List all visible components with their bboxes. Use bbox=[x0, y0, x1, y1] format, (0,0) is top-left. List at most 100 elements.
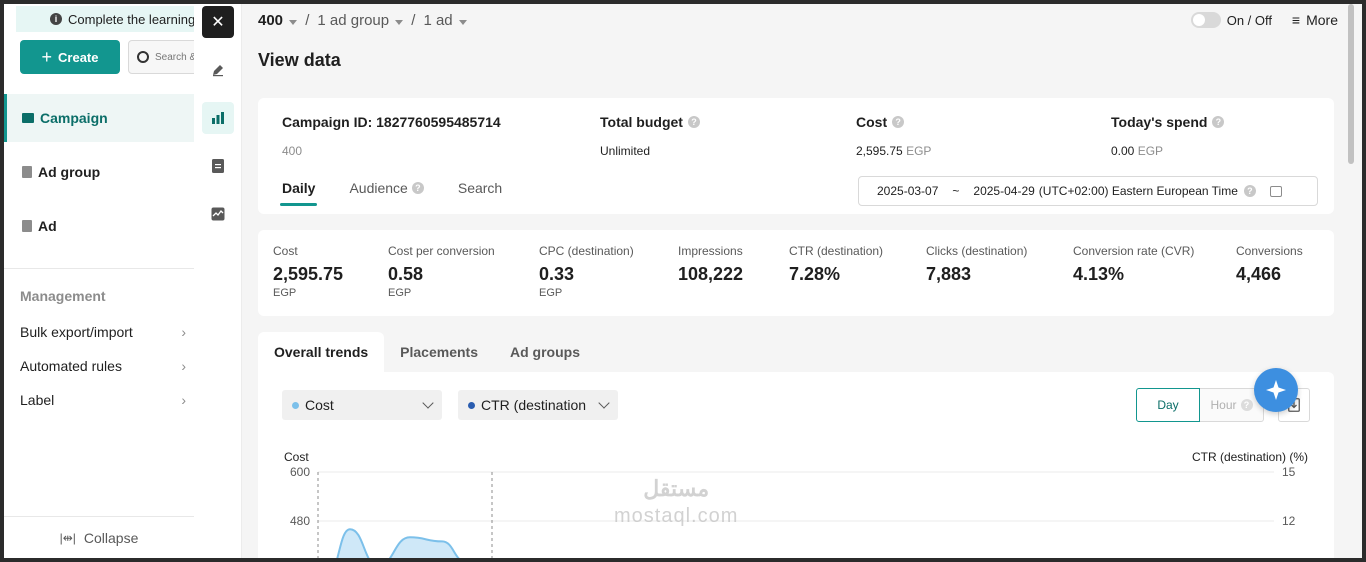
menu-item-label: Automated rules bbox=[20, 358, 122, 374]
toggle-switch[interactable] bbox=[1190, 12, 1221, 28]
collapse-label: Collapse bbox=[83, 529, 139, 546]
date-separator: ~ bbox=[952, 184, 960, 198]
page-title: View data bbox=[258, 50, 341, 70]
metric-select-left[interactable]: Cost bbox=[282, 390, 442, 420]
today-spend-unit: EGP bbox=[1137, 144, 1164, 158]
chevron-down-icon bbox=[598, 397, 610, 409]
cost-value: 2,595.75 bbox=[856, 144, 903, 158]
breadcrumb-ad[interactable]: 1 ad bbox=[423, 12, 467, 29]
metric-label: Clicks (destination) bbox=[926, 244, 1028, 258]
chevron-right-icon: › bbox=[181, 392, 186, 408]
document-icon bbox=[22, 166, 32, 178]
create-label: Create bbox=[58, 49, 99, 65]
sparkle-icon bbox=[1266, 380, 1286, 400]
metric-label: Cost per conversion bbox=[388, 244, 495, 258]
data-tab-button[interactable] bbox=[202, 102, 234, 134]
tab-search[interactable]: Search bbox=[458, 180, 502, 196]
create-button[interactable]: + Create bbox=[20, 40, 120, 74]
search-icon bbox=[137, 51, 149, 63]
date-range-picker[interactable]: 2025-03-07 ~ 2025-04-29 (UTC+02:00) East… bbox=[858, 176, 1318, 206]
breadcrumb-ad-group[interactable]: 1 ad group bbox=[317, 12, 404, 29]
today-spend-value: 0.00 bbox=[1111, 144, 1135, 158]
tab-ad-groups[interactable]: Ad groups bbox=[494, 332, 596, 372]
trend-chart-card: Cost CTR (destination Day Hour? Cost CTR… bbox=[258, 368, 1334, 558]
metric-value: 0.33 bbox=[539, 264, 575, 284]
metric-label: CPC (destination) bbox=[539, 244, 634, 258]
menu-item-label: Bulk export/import bbox=[20, 324, 133, 340]
metric-impressions: Impressions 108,222 bbox=[678, 244, 743, 285]
chevron-right-icon: › bbox=[181, 324, 186, 340]
metric-cost: Cost 2,595.75 EGP bbox=[273, 244, 343, 299]
status-toggle[interactable]: On / Off bbox=[1190, 12, 1272, 28]
calendar-icon bbox=[1269, 185, 1282, 197]
watermark: مستقل mostaql.com bbox=[614, 478, 738, 527]
sidebar-item-ad-group[interactable]: Ad group bbox=[4, 148, 194, 196]
learning-notice[interactable]: i Complete the learning bbox=[16, 6, 200, 32]
collapse-icon: |⇹| bbox=[59, 530, 76, 545]
metric-value: 7,883 bbox=[926, 264, 972, 284]
help-icon[interactable]: ? bbox=[687, 116, 700, 128]
granularity-day[interactable]: Day bbox=[1136, 388, 1200, 422]
assistant-button[interactable] bbox=[1254, 368, 1298, 412]
metric-select-value: CTR (destination bbox=[481, 397, 587, 413]
document-icon bbox=[212, 159, 224, 173]
menu-item-label-manager[interactable]: Label › bbox=[20, 392, 186, 408]
close-button[interactable]: ✕ bbox=[202, 6, 234, 38]
metric-ctr: CTR (destination) 7.28% bbox=[789, 244, 883, 285]
sidebar-item-label: Campaign bbox=[40, 110, 108, 126]
menu-icon: ≡ bbox=[1291, 12, 1301, 28]
series-dot bbox=[468, 401, 475, 409]
menu-item-automated-rules[interactable]: Automated rules › bbox=[20, 358, 186, 374]
help-icon[interactable]: ? bbox=[892, 116, 905, 128]
sidebar-item-ad[interactable]: Ad bbox=[4, 202, 194, 250]
campaign-id-label: Campaign ID: 1827760595485714 bbox=[282, 114, 501, 130]
help-icon[interactable]: ? bbox=[1243, 185, 1256, 197]
metric-label: Conversions bbox=[1236, 244, 1303, 258]
breadcrumb-campaign[interactable]: 400 bbox=[258, 12, 298, 29]
metric-select-value: Cost bbox=[305, 397, 334, 413]
pencil-icon bbox=[213, 65, 223, 77]
metric-cost-per-conversion: Cost per conversion 0.58 EGP bbox=[388, 244, 495, 299]
tab-audience[interactable]: Audience? bbox=[349, 180, 424, 196]
campaign-id-block: Campaign ID: 1827760595485714 400 bbox=[282, 114, 501, 158]
details-tab-button[interactable] bbox=[202, 150, 234, 182]
total-budget-block: Total budget? Unlimited bbox=[600, 114, 700, 158]
caret-down-icon bbox=[458, 20, 467, 25]
more-button[interactable]: ≡ More bbox=[1292, 12, 1338, 28]
menu-item-label: Label bbox=[20, 392, 55, 408]
metric-value: 2,595.75 bbox=[273, 264, 344, 284]
notice-text: Complete the learning bbox=[68, 11, 196, 27]
help-icon[interactable]: ? bbox=[1212, 116, 1225, 128]
total-budget-value: Unlimited bbox=[600, 144, 651, 158]
campaign-name: 400 bbox=[282, 144, 303, 158]
campaign-summary-card: Campaign ID: 1827760595485714 400 Total … bbox=[258, 98, 1334, 214]
cost-series-area bbox=[336, 528, 460, 558]
metric-unit: EGP bbox=[539, 287, 563, 299]
granularity-toggle: Day Hour? bbox=[1136, 388, 1264, 422]
metric-unit: EGP bbox=[273, 287, 297, 299]
report-tabs: Daily Audience? Search bbox=[279, 180, 502, 206]
y-tick-label-right: 15 bbox=[1282, 465, 1296, 479]
sidebar-item-campaign[interactable]: Campaign bbox=[4, 94, 194, 142]
activity-icon bbox=[211, 207, 225, 221]
management-title: Management bbox=[20, 288, 106, 304]
tab-placements[interactable]: Placements bbox=[384, 332, 494, 372]
total-budget-label: Total budget bbox=[600, 114, 683, 130]
tab-daily[interactable]: Daily bbox=[279, 180, 318, 206]
help-icon[interactable]: ? bbox=[411, 182, 424, 194]
metric-value: 0.58 bbox=[388, 264, 424, 284]
diagnosis-tab-button[interactable] bbox=[202, 198, 234, 230]
chevron-right-icon: › bbox=[181, 358, 186, 374]
collapse-button[interactable]: |⇹| Collapse bbox=[4, 516, 194, 558]
metric-label: Impressions bbox=[678, 244, 743, 258]
info-icon: i bbox=[50, 13, 62, 25]
divider bbox=[4, 268, 194, 269]
main-panel: 400 / 1 ad group / 1 ad On / Off ≡ More … bbox=[242, 4, 1356, 558]
scrollbar[interactable] bbox=[1348, 4, 1354, 164]
tab-overall-trends[interactable]: Overall trends bbox=[258, 332, 385, 372]
y-tick-label-left: 600 bbox=[290, 465, 310, 479]
metric-select-right[interactable]: CTR (destination bbox=[458, 390, 618, 420]
edit-tab-button[interactable] bbox=[202, 54, 234, 86]
help-icon[interactable]: ? bbox=[1240, 399, 1253, 411]
menu-item-bulk-export-import[interactable]: Bulk export/import › bbox=[20, 324, 186, 340]
